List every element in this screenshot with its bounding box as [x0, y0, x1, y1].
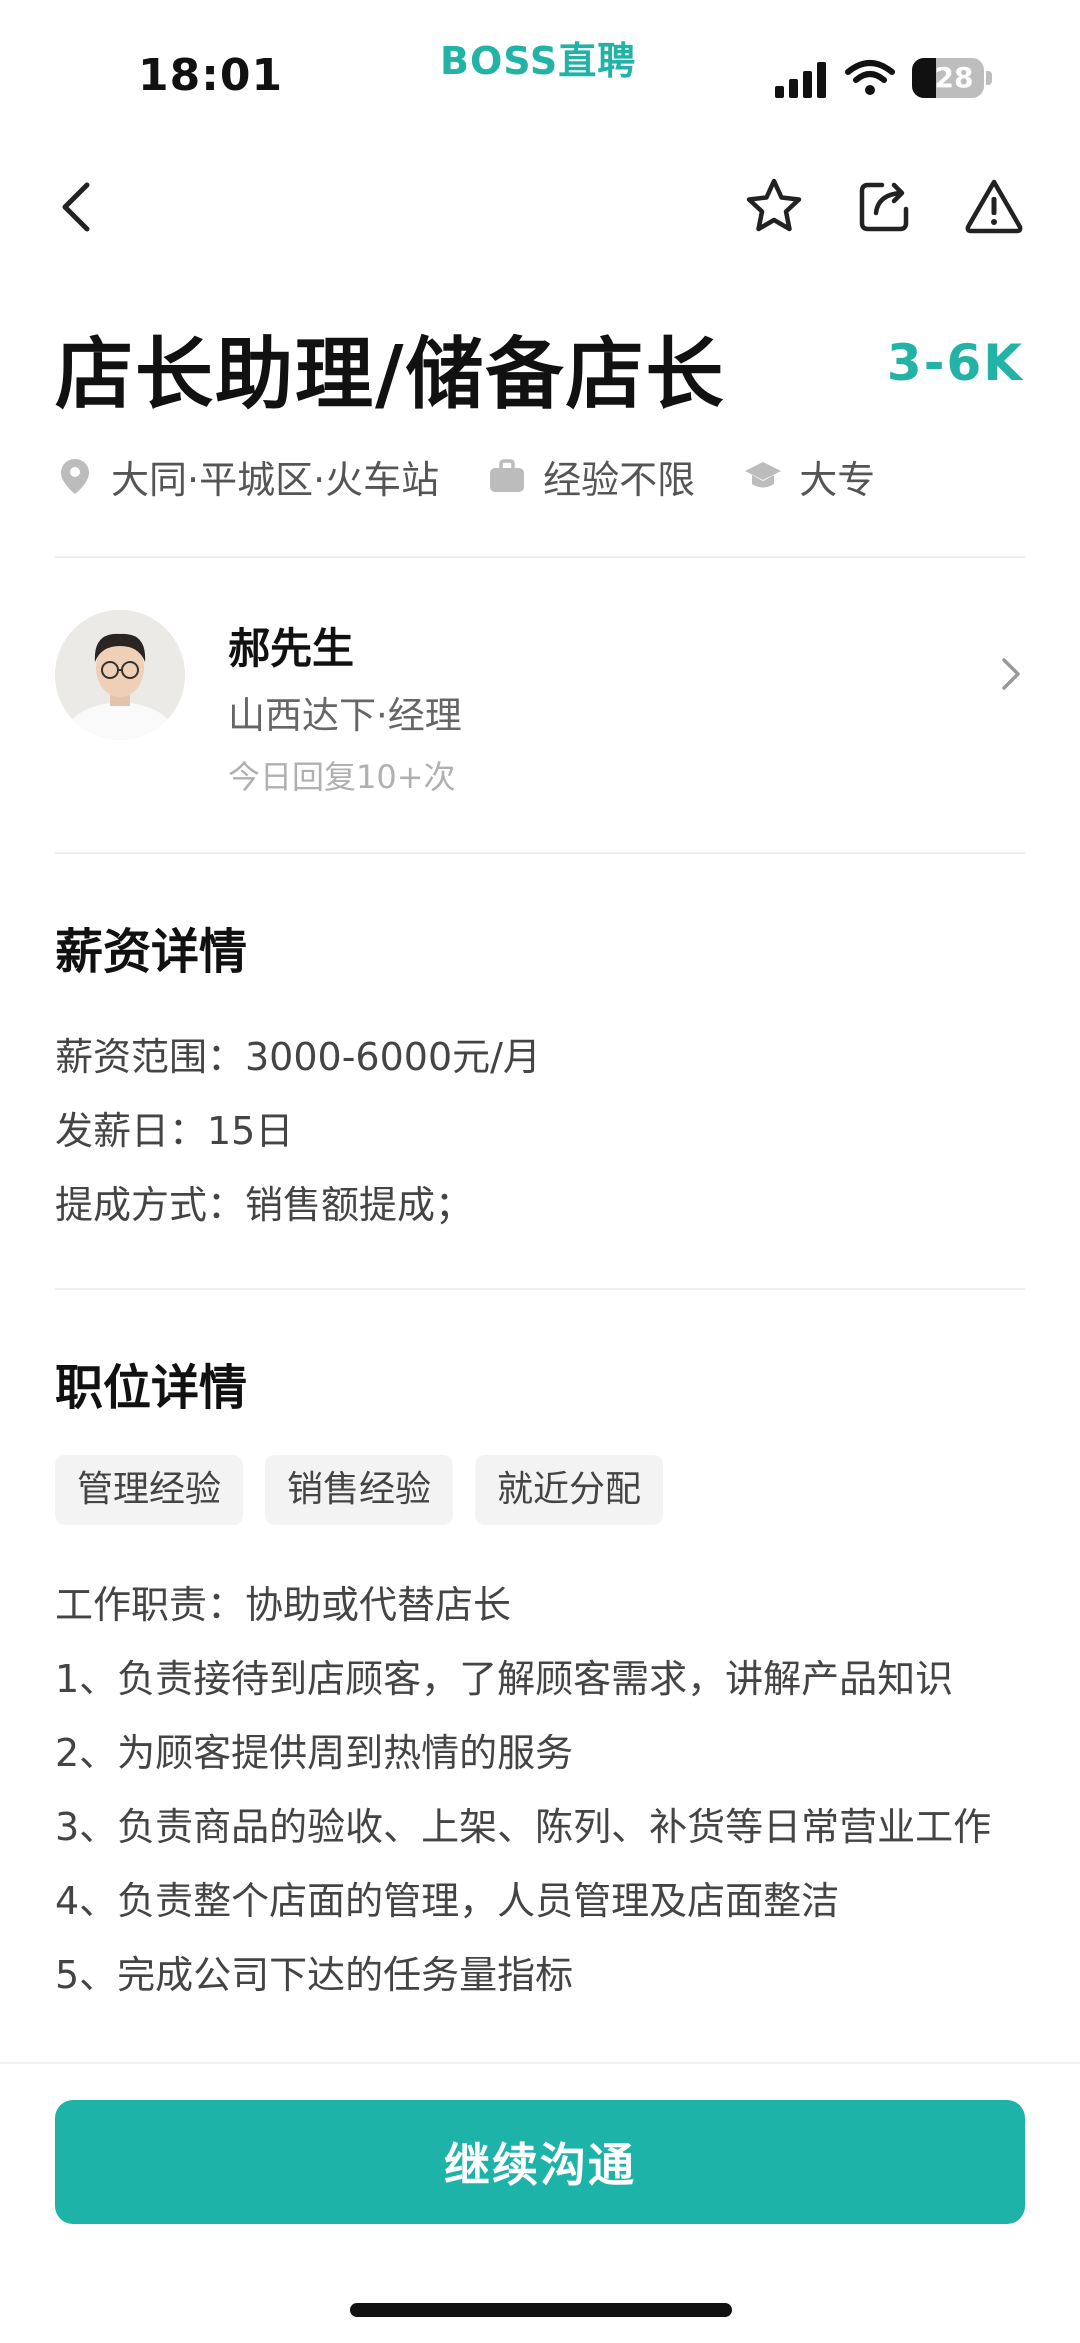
- job-meta: 大同·平城区·火车站 经验不限 大专: [55, 448, 923, 504]
- battery-icon: 28: [912, 58, 994, 98]
- experience-text: 经验不限: [543, 457, 696, 502]
- chevron-right-icon[interactable]: [994, 652, 1030, 696]
- salary-range: 3-6K: [886, 334, 1024, 392]
- job-description: 工作职责：协助或代替店长 1、负责接待到店顾客，了解顾客需求，讲解产品知识 2、…: [55, 1568, 1035, 2012]
- recruiter-company: 山西达下·经理: [228, 694, 462, 737]
- skill-tag: 销售经验: [265, 1455, 454, 1525]
- position-section-title: 职位详情: [55, 1360, 248, 1416]
- recruiter-reply-stats: 今日回复10+次: [228, 758, 456, 796]
- divider: [55, 1288, 1025, 1290]
- education-text: 大专: [799, 457, 876, 502]
- home-indicator: [350, 2303, 732, 2317]
- divider: [55, 556, 1025, 558]
- battery-level: 28: [934, 61, 974, 94]
- star-icon[interactable]: [742, 175, 806, 239]
- description-line: 4、负责整个店面的管理，人员管理及店面整洁: [55, 1879, 840, 1923]
- education-meta: 大专: [743, 449, 875, 504]
- wifi-icon: [844, 58, 896, 98]
- status-time: 18:01: [138, 50, 284, 101]
- briefcase-icon: [490, 459, 525, 492]
- salary-section-title: 薪资详情: [55, 924, 248, 980]
- recruiter-name: 郝先生: [228, 624, 355, 673]
- location-meta: 大同·平城区·火车站: [55, 449, 439, 504]
- report-icon[interactable]: [962, 175, 1026, 239]
- graduation-cap-icon: [745, 462, 782, 488]
- brand-logo-text: BOSS直聘: [440, 39, 637, 83]
- salary-detail-line: 薪资范围：3000-6000元/月: [55, 1035, 541, 1079]
- share-icon[interactable]: [852, 175, 916, 239]
- location-text: 大同·平城区·火车站: [111, 457, 440, 502]
- tag-list: 管理经验 销售经验 就近分配: [55, 1455, 664, 1525]
- description-line: 2、为顾客提供周到热情的服务: [55, 1731, 574, 1775]
- skill-tag: 就近分配: [475, 1455, 664, 1525]
- description-line: 5、完成公司下达的任务量指标: [55, 1953, 574, 1997]
- description-line: 1、负责接待到店顾客，了解顾客需求，讲解产品知识: [55, 1657, 954, 1701]
- signal-icon: [775, 60, 831, 100]
- skill-tag: 管理经验: [55, 1455, 244, 1525]
- location-pin-icon: [61, 459, 89, 494]
- description-line: 工作职责：协助或代替店长: [55, 1583, 512, 1627]
- job-title: 店长助理/储备店长: [55, 330, 726, 420]
- back-icon[interactable]: [45, 175, 109, 239]
- description-line: 3、负责商品的验收、上架、陈列、补货等日常营业工作: [55, 1805, 992, 1849]
- continue-chat-button[interactable]: 继续沟通: [55, 2100, 1025, 2224]
- divider: [55, 852, 1025, 854]
- experience-meta: 经验不限: [487, 449, 695, 504]
- salary-detail-line: 提成方式：销售额提成；: [55, 1183, 474, 1227]
- recruiter-avatar[interactable]: [55, 610, 185, 740]
- salary-detail-line: 发薪日：15日: [55, 1109, 294, 1153]
